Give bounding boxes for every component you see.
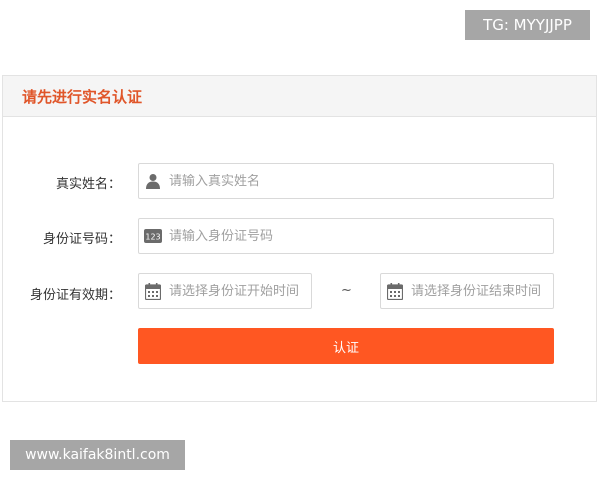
validity-end-field[interactable] [380, 273, 554, 309]
verification-panel: 请先进行实名认证 真实姓名： 身份证号码： 123 身份证有效期： [2, 75, 597, 402]
id-number-input[interactable] [169, 228, 553, 244]
name-input[interactable] [169, 173, 553, 189]
calendar-icon [144, 282, 162, 300]
panel-title: 请先进行实名认证 [22, 87, 143, 106]
name-label: 真实姓名： [55, 177, 121, 192]
tg-badge: TG: MYYJJPP [465, 10, 590, 40]
user-icon [144, 172, 162, 190]
name-field[interactable] [138, 163, 554, 199]
verify-button[interactable]: 认证 [138, 328, 554, 364]
validity-start-input[interactable] [169, 283, 311, 299]
validity-start-field[interactable] [138, 273, 312, 309]
calendar-icon [386, 282, 404, 300]
validity-end-input[interactable] [411, 283, 553, 299]
site-watermark: www.kaifak8intl.com [10, 440, 185, 470]
number-123-icon: 123 [144, 227, 162, 245]
id-number-field[interactable]: 123 [138, 218, 554, 254]
id-number-label: 身份证号码： [42, 232, 121, 247]
validity-label: 身份证有效期： [29, 288, 121, 303]
panel-header: 请先进行实名认证 [3, 76, 596, 117]
svg-text:123: 123 [145, 233, 160, 242]
range-separator: ~ [341, 283, 352, 298]
